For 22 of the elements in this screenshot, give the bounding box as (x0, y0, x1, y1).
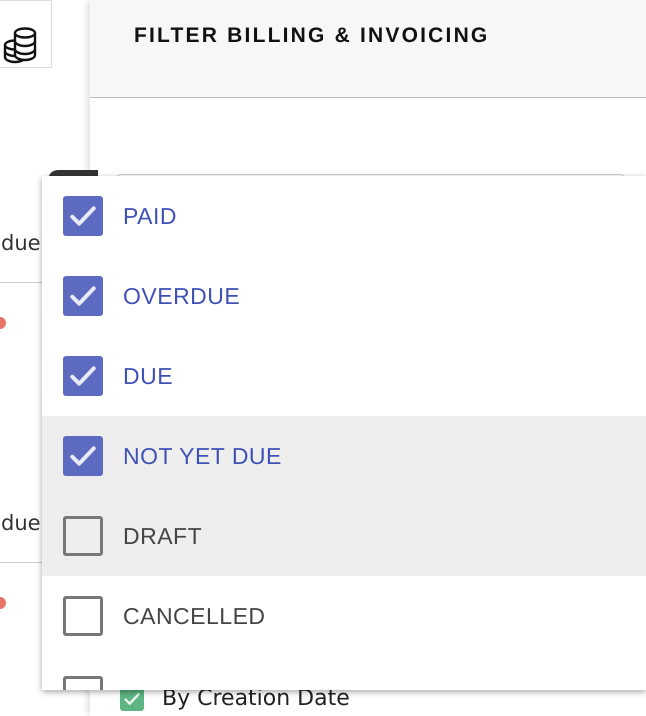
checkbox[interactable] (63, 196, 103, 236)
checkbox[interactable] (63, 276, 103, 316)
status-mark (0, 317, 6, 329)
menu-option[interactable]: DRAFT (42, 496, 646, 576)
checkbox[interactable] (63, 436, 103, 476)
checkbox[interactable] (63, 516, 103, 556)
menu-option[interactable]: NOT YET DUE (42, 416, 646, 496)
checkbox[interactable] (63, 356, 103, 396)
menu-option[interactable]: DUE (42, 336, 646, 416)
menu-option[interactable]: OVERDUE (42, 256, 646, 336)
check-icon (124, 692, 140, 704)
check-icon (70, 366, 96, 386)
menu-option[interactable]: PAID (42, 176, 646, 256)
status-text: due (1, 230, 42, 257)
panel-title: FILTER BILLING & INVOICING (134, 24, 490, 48)
check-icon (70, 446, 96, 466)
status-mark (0, 597, 6, 609)
check-icon (70, 206, 96, 226)
check-icon (70, 286, 96, 306)
status-text: due (1, 510, 42, 537)
checkbox[interactable] (63, 596, 103, 636)
menu-option[interactable]: CANCELLED (42, 576, 646, 656)
